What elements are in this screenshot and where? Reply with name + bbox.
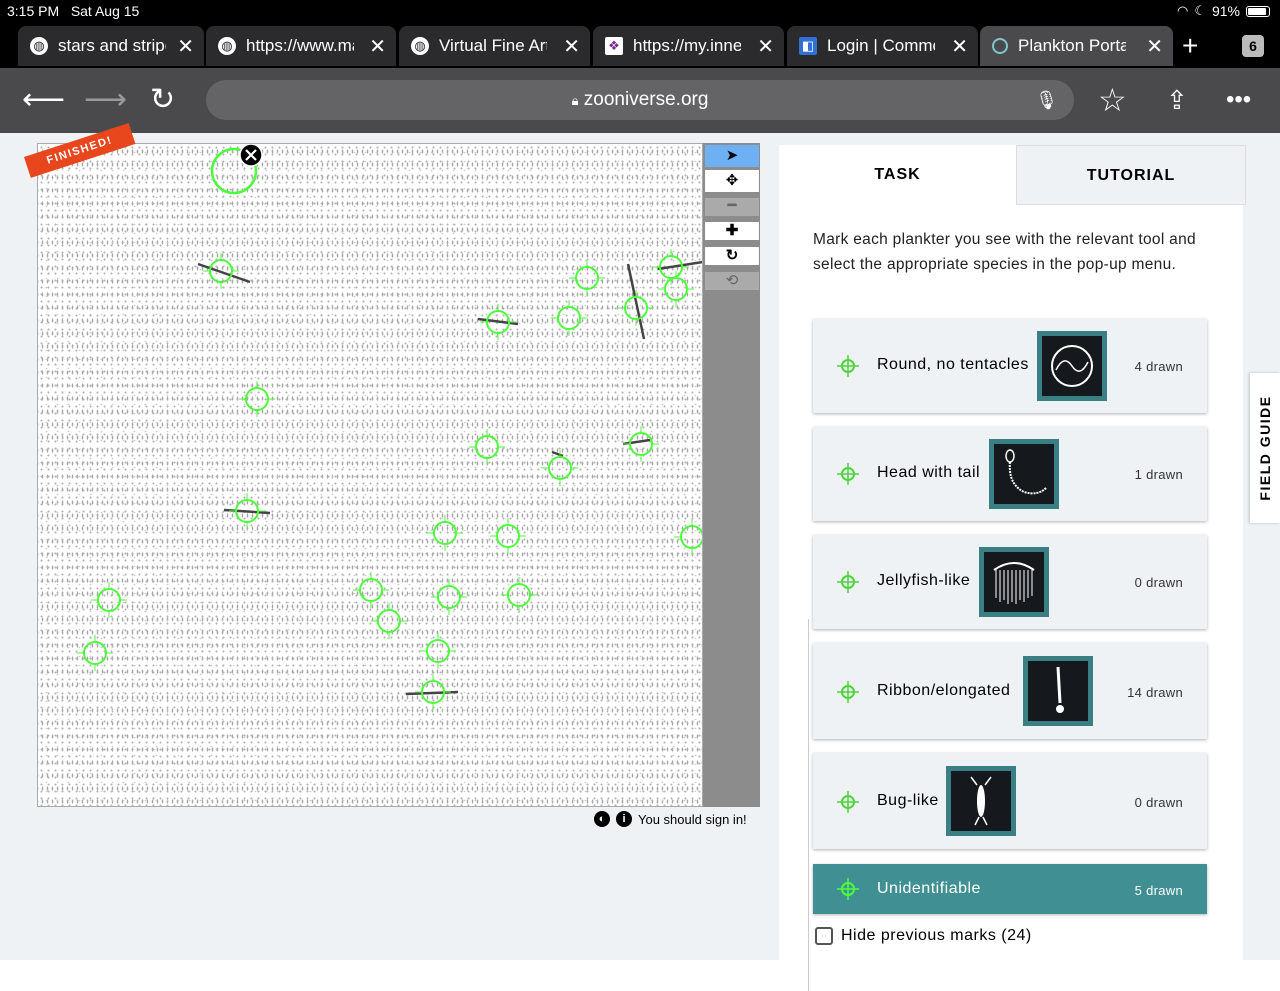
image-toolbar: ➤ ✥ ━ ✚ ↻ ⟲ [703, 143, 760, 807]
back-button[interactable]: ⟵ [22, 82, 65, 118]
subject-image[interactable] [37, 143, 703, 807]
tab-5[interactable]: ◧ Login | Commo ✕ [787, 26, 978, 66]
hide-marks-checkbox[interactable] [815, 927, 833, 945]
plankton-specimen [197, 262, 251, 284]
new-tab-button[interactable]: + [1182, 30, 1198, 62]
battery-percent: 91% [1211, 3, 1240, 19]
status-time: 3:15 PM Sat Aug 15 [7, 3, 140, 19]
address-bar[interactable]: 🔒︎ zooniverse.org 🎙︎ [206, 80, 1074, 120]
close-icon[interactable]: ✕ [369, 34, 386, 59]
lock-icon: 🔒︎ [571, 93, 579, 108]
heart-grid-icon: ❖ [605, 37, 623, 55]
globe-icon: ◍ [218, 37, 236, 55]
plankton-mark[interactable] [501, 577, 537, 613]
plankton-mark[interactable] [674, 519, 703, 555]
plankton-specimen [551, 450, 564, 458]
zoom-out-button[interactable]: ━ [705, 198, 759, 216]
microphone-icon[interactable]: 🎙︎ [1035, 80, 1058, 120]
ribbon-thumbnail [1023, 656, 1093, 726]
status-bar: 3:15 PM Sat Aug 15 ◠ ☾ 91% [0, 0, 1280, 24]
info-icon[interactable]: i [616, 811, 632, 827]
forward-button[interactable]: ⟶ [84, 82, 127, 118]
tab-task[interactable]: TASK [779, 145, 1016, 205]
wifi-icon: ◠ [1176, 3, 1189, 18]
delete-mark-icon[interactable] [239, 144, 263, 167]
globe-icon: ◍ [411, 37, 429, 55]
crosshair-icon [837, 681, 859, 703]
reset-button[interactable]: ⟲ [705, 272, 759, 290]
close-icon[interactable]: ✕ [177, 34, 194, 59]
tool-head-with-tail[interactable]: Head with tail 1 drawn [813, 427, 1207, 521]
page-content: FINISHED! ➤ ✥ ━ ✚ ↻ ⟲ ◐ i You should sig… [0, 123, 1280, 991]
url-text: zooniverse.org [583, 89, 709, 110]
bug-thumbnail [946, 766, 1016, 836]
battery-icon [1246, 5, 1270, 17]
tab-count-button[interactable]: 6 [1242, 35, 1264, 57]
round-plankton-thumbnail [1037, 331, 1107, 401]
tab-4[interactable]: ❖ https://my.inne ✕ [593, 26, 784, 66]
tab-1[interactable]: ◍ stars and stripe ✕ [18, 26, 204, 66]
hide-previous-marks[interactable]: Hide previous marks (24) [815, 927, 1032, 945]
plankton-specimen [626, 263, 646, 340]
plankton-mark[interactable] [239, 381, 275, 417]
plankton-mark[interactable] [353, 572, 389, 608]
tab-bar: ◍ stars and stripe ✕ ◍ https://www.ma ✕ … [0, 24, 1280, 68]
tab-2[interactable]: ◍ https://www.ma ✕ [206, 26, 396, 66]
crosshair-icon [837, 463, 859, 485]
tool-jellyfish-like[interactable]: Jellyfish-like 0 drawn [813, 535, 1207, 629]
crosshair-icon [837, 878, 859, 900]
box-icon: ◧ [799, 37, 817, 55]
close-icon[interactable]: ✕ [563, 34, 580, 59]
close-icon[interactable]: ✕ [1146, 34, 1163, 59]
plankton-mark[interactable] [542, 450, 578, 486]
reload-button[interactable]: ↻ [150, 82, 175, 118]
sign-in-note: ◐ i You should sign in! [594, 811, 747, 827]
jellyfish-thumbnail [979, 547, 1049, 617]
close-icon[interactable]: ✕ [757, 34, 774, 59]
bookmark-star-button[interactable]: ☆ [1098, 82, 1127, 118]
tool-ribbon-elongated[interactable]: Ribbon/elongated 14 drawn [813, 643, 1207, 739]
contrast-icon[interactable]: ◐ [594, 811, 610, 827]
marks-layer[interactable] [38, 144, 703, 807]
crosshair-icon [837, 355, 859, 377]
pan-tool-button[interactable]: ✥ [705, 170, 759, 192]
crosshair-icon [837, 791, 859, 813]
tailed-plankton-thumbnail [989, 439, 1059, 509]
plankton-mark[interactable] [623, 426, 659, 462]
tool-unidentifiable[interactable]: Unidentifiable 5 drawn [813, 864, 1207, 914]
tool-round-no-tentacles[interactable]: Round, no tentacles 4 drawn [813, 319, 1207, 413]
tab-6[interactable]: Plankton Portal ✕ [980, 26, 1173, 66]
plankton-mark[interactable] [569, 260, 605, 296]
crosshair-icon [837, 571, 859, 593]
globe-icon: ◍ [30, 37, 48, 55]
plankton-mark[interactable] [431, 579, 467, 615]
plankton-mark[interactable] [420, 633, 456, 669]
plankton-mark[interactable] [77, 635, 113, 671]
plankton-mark[interactable] [469, 429, 505, 465]
panel-scroll-track [808, 619, 809, 991]
moon-icon: ☾ [1194, 3, 1206, 18]
plankton-mark[interactable] [618, 290, 654, 326]
plankton-mark[interactable] [490, 518, 526, 554]
rotate-button[interactable]: ↻ [705, 247, 759, 265]
pointer-tool-button[interactable]: ➤ [705, 145, 759, 167]
browser-toolbar: ⟵ ⟶ ↻ 🔒︎ zooniverse.org 🎙︎ ☆ ⇪ ••• [0, 68, 1280, 133]
zooniverse-icon [992, 38, 1008, 54]
task-panel: TASK TUTORIAL Mark each plankter you see… [779, 145, 1246, 960]
plankton-mark[interactable] [551, 300, 587, 336]
tab-tutorial[interactable]: TUTORIAL [1016, 145, 1246, 205]
plankton-mark[interactable] [658, 271, 694, 307]
close-icon[interactable]: ✕ [951, 34, 968, 59]
field-guide-tab[interactable]: FIELD GUIDE [1250, 373, 1280, 523]
more-button[interactable]: ••• [1226, 82, 1251, 118]
share-button[interactable]: ⇪ [1166, 82, 1188, 118]
plankton-mark[interactable] [371, 603, 407, 639]
plankton-mark[interactable] [91, 582, 127, 618]
task-instructions: Mark each plankter you see with the rele… [813, 231, 1196, 273]
plankton-mark[interactable] [427, 515, 463, 551]
zoom-in-button[interactable]: ✚ [705, 222, 759, 240]
tab-3[interactable]: ◍ Virtual Fine Art ✕ [399, 26, 590, 66]
tool-bug-like[interactable]: Bug-like 0 drawn [813, 753, 1207, 849]
